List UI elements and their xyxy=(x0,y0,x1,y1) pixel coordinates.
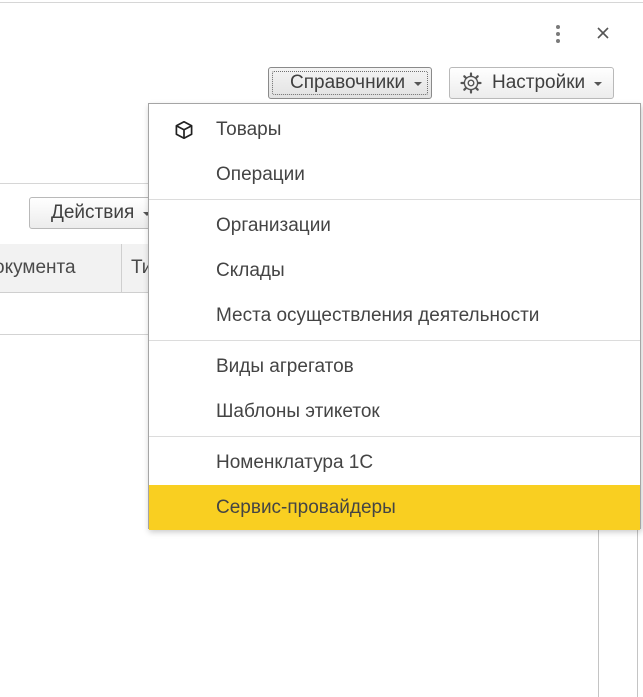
column-divider[interactable] xyxy=(121,244,122,292)
menu-item-label: Склады xyxy=(216,260,285,281)
panel-border xyxy=(598,530,599,697)
spravochniki-dropdown-button[interactable]: Справочники xyxy=(268,67,432,99)
nastroiki-label: Настройки xyxy=(492,72,586,93)
menu-item-mesta-deyatelnosti[interactable]: Места осуществления деятельности xyxy=(149,293,640,338)
menu-item-servis-provaidery[interactable]: Сервис-провайдеры xyxy=(149,485,640,530)
menu-item-label: Виды агрегатов xyxy=(216,356,354,377)
spravochniki-label: Справочники xyxy=(290,72,406,93)
kebab-dot xyxy=(556,39,560,43)
window-top-border xyxy=(0,2,643,3)
kebab-dot xyxy=(556,25,560,29)
menu-item-label: Операции xyxy=(216,164,305,185)
kebab-dot xyxy=(556,32,560,36)
menu-item-sklady[interactable]: Склады xyxy=(149,248,640,293)
spravochniki-dropdown-menu: Товары Операции Организации Склады Места… xyxy=(148,103,641,530)
menu-item-operatsii[interactable]: Операции xyxy=(149,152,640,197)
menu-item-organizatsii[interactable]: Организации xyxy=(149,203,640,248)
menu-item-label: Номенклатура 1С xyxy=(216,452,374,473)
actions-label: Действия xyxy=(51,202,135,223)
menu-item-label: Организации xyxy=(216,215,331,236)
more-options-button[interactable] xyxy=(546,22,570,46)
menu-item-label: Товары xyxy=(216,119,282,140)
close-button[interactable] xyxy=(591,21,615,45)
menu-separator xyxy=(149,340,640,341)
table-header: окумента Ти xyxy=(0,244,150,293)
list-toolbar-divider xyxy=(0,183,150,184)
table-row[interactable] xyxy=(0,293,150,335)
box-icon xyxy=(175,120,193,140)
menu-separator xyxy=(149,436,640,437)
column-header-document[interactable]: окумента xyxy=(0,244,76,292)
chevron-down-icon xyxy=(594,82,603,86)
scrollbar-track[interactable] xyxy=(637,530,638,697)
menu-item-label: Места осуществления деятельности xyxy=(216,305,540,326)
menu-item-tovary[interactable]: Товары xyxy=(149,107,640,152)
nastroiki-dropdown-button[interactable]: Настройки xyxy=(449,67,614,99)
menu-item-label: Сервис-провайдеры xyxy=(216,497,396,518)
close-icon xyxy=(597,27,609,39)
chevron-down-icon xyxy=(414,82,423,86)
gear-icon xyxy=(460,72,482,94)
menu-item-shablony-etiketok[interactable]: Шаблоны этикеток xyxy=(149,389,640,434)
menu-item-label: Шаблоны этикеток xyxy=(216,401,380,422)
actions-button[interactable]: Действия xyxy=(29,197,159,229)
menu-item-vidy-agregatov[interactable]: Виды агрегатов xyxy=(149,344,640,389)
menu-item-nomenklatura-1c[interactable]: Номенклатура 1С xyxy=(149,440,640,485)
menu-separator xyxy=(149,199,640,200)
